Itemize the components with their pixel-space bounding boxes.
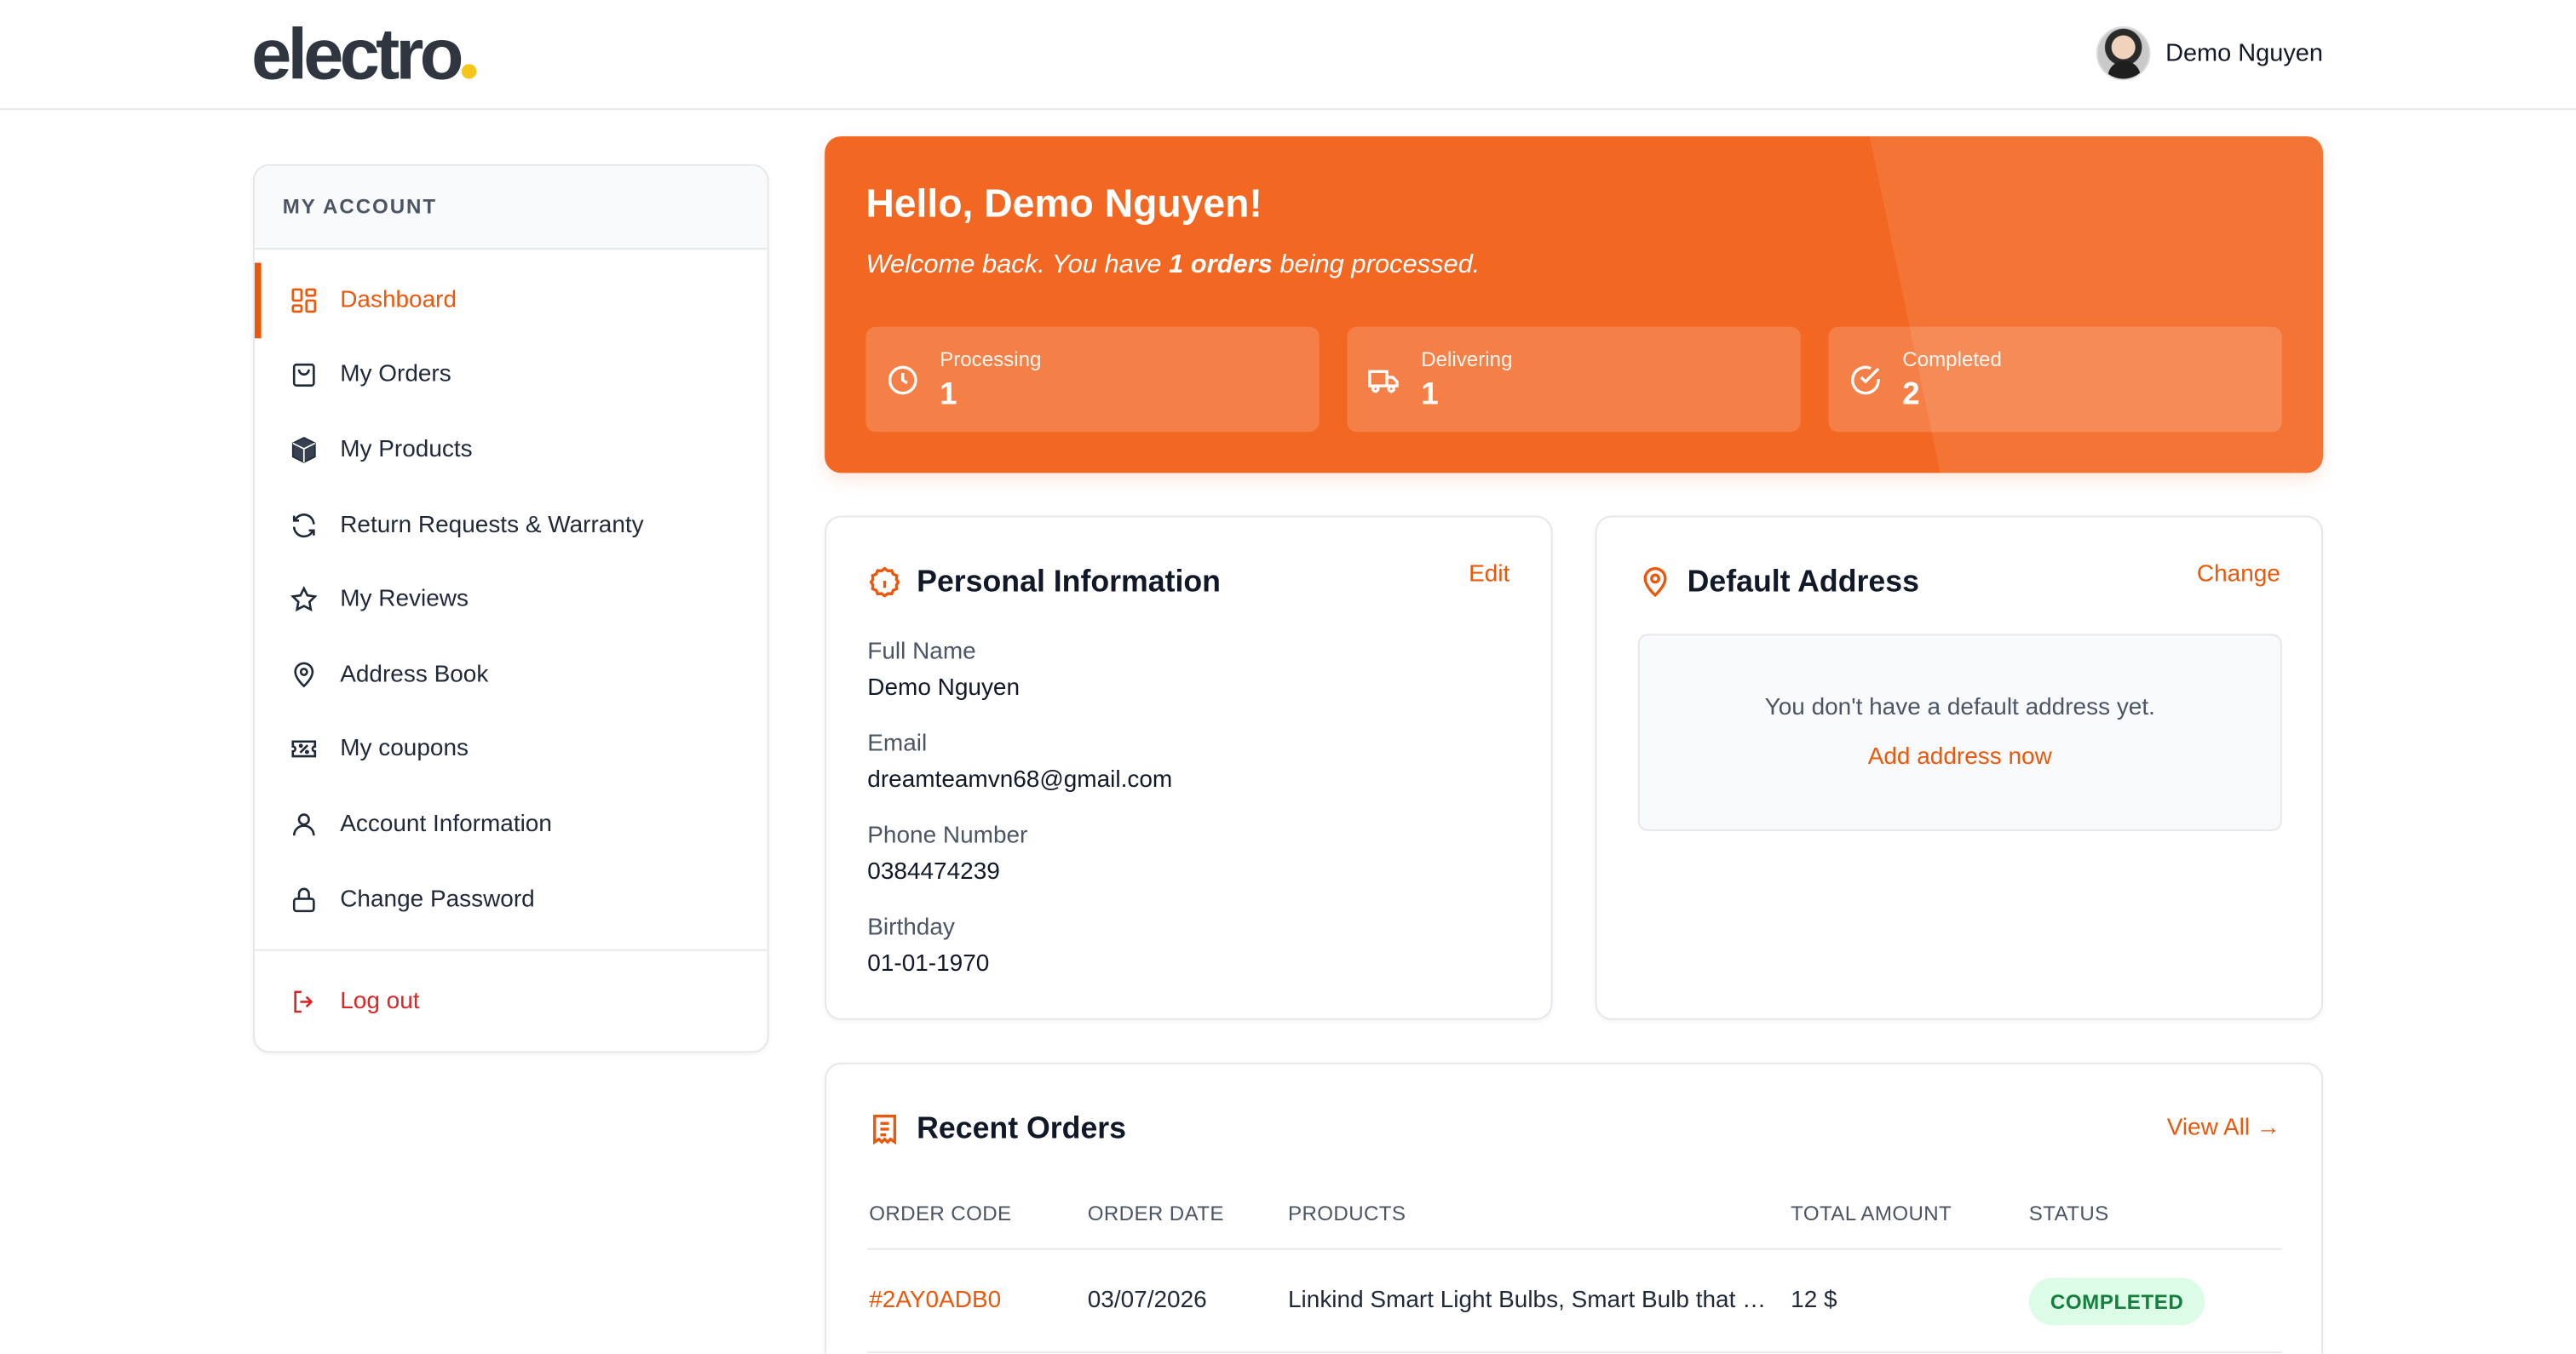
sidebar-item-label: Address Book xyxy=(340,661,489,688)
order-total: 12 $ xyxy=(1791,1287,1837,1314)
top-header: electro Demo Nguyen xyxy=(0,0,2576,111)
personal-info-title: Personal Information xyxy=(867,563,1221,599)
stat-label: Delivering xyxy=(1421,347,1513,371)
stat-value: 2 xyxy=(1902,377,1920,413)
sidebar-item-my-orders[interactable]: My Orders xyxy=(255,338,768,413)
lock-icon xyxy=(289,885,319,915)
address-empty-box: You don't have a default address yet. Ad… xyxy=(1637,634,2282,831)
sidebar-item-label: My Products xyxy=(340,436,473,463)
sidebar-item-label: Return Requests & Warranty xyxy=(340,511,644,538)
info-badge-icon xyxy=(869,565,900,597)
box-icon xyxy=(289,435,319,465)
user-menu[interactable]: Demo Nguyen xyxy=(2096,26,2323,81)
default-address-title: Default Address xyxy=(1638,563,1919,599)
order-date: 03/07/2026 xyxy=(1087,1287,1207,1314)
email-value: dreamteamvn68@gmail.com xyxy=(867,766,1173,794)
star-icon xyxy=(289,585,319,615)
stat-completed[interactable]: Completed 2 xyxy=(1828,326,2282,433)
sidebar-heading: MY ACCOUNT xyxy=(254,165,768,250)
coupon-icon xyxy=(289,735,319,765)
recent-orders-card: Recent Orders View All → ORDER CODE ORDE… xyxy=(825,1062,2323,1354)
change-address-button[interactable]: Change xyxy=(2197,562,2280,588)
sidebar-item-change-password[interactable]: Change Password xyxy=(255,862,768,937)
brand-logo[interactable]: electro xyxy=(251,13,476,98)
order-code-link[interactable]: #2AY0ADB0 xyxy=(869,1288,1001,1314)
receipt-icon xyxy=(873,1114,897,1145)
column-header-order-code: ORDER CODE xyxy=(869,1202,1012,1225)
view-all-orders-link[interactable]: View All → xyxy=(2167,1115,2280,1141)
stat-value: 1 xyxy=(1421,377,1439,413)
map-pin-icon xyxy=(289,660,319,690)
logout-icon xyxy=(289,988,319,1018)
sidebar-item-address-book[interactable]: Address Book xyxy=(255,637,768,712)
table-divider xyxy=(867,1248,2282,1250)
sidebar-item-label: Dashboard xyxy=(340,287,457,313)
stat-label: Completed xyxy=(1902,347,2002,371)
order-products: Linkind Smart Light Bulbs, Smart Bulb th… xyxy=(1287,1287,1768,1314)
dashboard-icon xyxy=(289,285,319,315)
phone-value: 0384474239 xyxy=(867,858,1000,886)
avatar xyxy=(2096,26,2151,81)
sidebar-item-label: Change Password xyxy=(340,886,535,913)
map-pin-icon xyxy=(1643,566,1667,597)
sidebar-item-label: My Reviews xyxy=(340,586,469,613)
logo-dot xyxy=(461,64,476,79)
birthday-value: 01-01-1970 xyxy=(867,950,990,978)
clock-icon xyxy=(885,363,920,397)
shopping-bag-icon xyxy=(289,360,319,390)
sidebar-item-dashboard[interactable]: Dashboard xyxy=(254,262,768,338)
email-label: Email xyxy=(867,731,928,758)
sidebar-item-label: My coupons xyxy=(340,736,469,763)
logout-button[interactable]: Log out xyxy=(255,951,768,1051)
greeting-subtitle: Welcome back. You have 1 orders being pr… xyxy=(865,251,1481,279)
logout-label: Log out xyxy=(340,989,420,1016)
column-header-total-amount: TOTAL AMOUNT xyxy=(1791,1202,1952,1225)
status-badge: COMPLETED xyxy=(2028,1277,2205,1326)
personal-info-card: Personal Information Edit Full Name Demo… xyxy=(825,515,1553,1020)
refresh-icon xyxy=(289,510,319,540)
user-name: Demo Nguyen xyxy=(2165,39,2323,68)
full-name-value: Demo Nguyen xyxy=(867,674,1021,702)
birthday-label: Birthday xyxy=(867,915,955,942)
column-header-products: PRODUCTS xyxy=(1287,1202,1406,1225)
stat-label: Processing xyxy=(940,347,1042,371)
full-name-label: Full Name xyxy=(867,639,976,666)
sidebar-menu: Dashboard My Orders My Products Return R… xyxy=(254,250,768,1051)
truck-icon xyxy=(1367,363,1401,397)
sidebar-item-my-reviews[interactable]: My Reviews xyxy=(255,562,768,637)
default-address-card: Default Address Change You don't have a … xyxy=(1595,515,2323,1020)
welcome-banner: Hello, Demo Nguyen! Welcome back. You ha… xyxy=(825,136,2323,473)
column-header-status: STATUS xyxy=(2028,1202,2109,1225)
user-icon xyxy=(289,810,319,840)
stat-delivering[interactable]: Delivering 1 xyxy=(1347,326,1801,433)
add-address-link[interactable]: Add address now xyxy=(1640,744,2280,771)
stat-value: 1 xyxy=(940,377,957,413)
table-divider xyxy=(867,1351,2282,1354)
sidebar-item-returns[interactable]: Return Requests & Warranty xyxy=(255,487,768,562)
edit-personal-info-button[interactable]: Edit xyxy=(1469,562,1509,588)
stat-processing[interactable]: Processing 1 xyxy=(865,326,1320,433)
sidebar-item-label: My Orders xyxy=(340,362,451,388)
sidebar-item-my-products[interactable]: My Products xyxy=(255,412,768,487)
check-circle-icon xyxy=(1849,363,1883,397)
greeting-title: Hello, Demo Nguyen! xyxy=(865,182,1262,227)
column-header-order-date: ORDER DATE xyxy=(1087,1202,1224,1225)
phone-label: Phone Number xyxy=(867,823,1028,850)
sidebar-item-account-information[interactable]: Account Information xyxy=(255,787,768,862)
sidebar-item-label: Account Information xyxy=(340,811,552,838)
account-sidebar: MY ACCOUNT Dashboard My Orders My Produc… xyxy=(252,164,769,1053)
address-empty-text: You don't have a default address yet. xyxy=(1764,694,2155,721)
sidebar-item-my-coupons[interactable]: My coupons xyxy=(255,712,768,787)
recent-orders-title: Recent Orders xyxy=(867,1110,1126,1146)
